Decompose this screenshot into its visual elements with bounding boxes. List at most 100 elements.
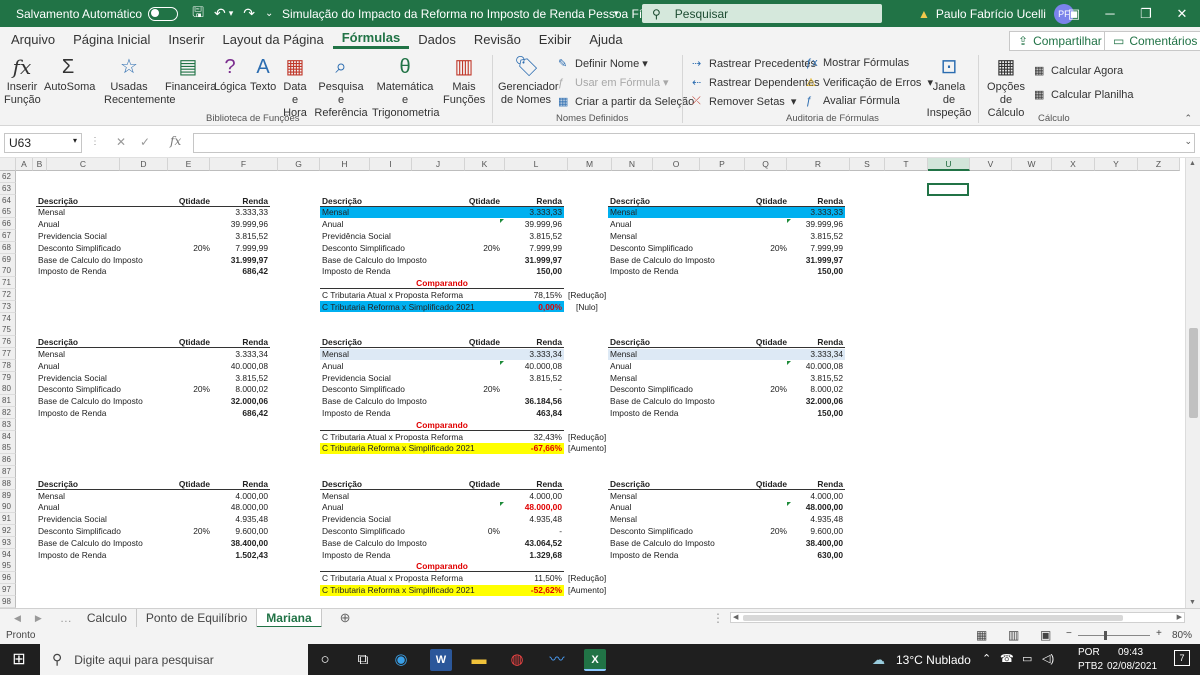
row-header-79[interactable]: 79 <box>0 371 16 384</box>
column-header-e[interactable]: E <box>168 158 210 171</box>
tray-chevron-icon[interactable]: ⌃ <box>982 652 991 665</box>
enter-icon[interactable]: ✓ <box>140 135 150 149</box>
compare-label[interactable]: C Tributaria Atual x Proposta Reforma <box>322 431 522 443</box>
restore-icon[interactable]: ❐ <box>1128 0 1164 27</box>
cell-description[interactable]: Previdência Social <box>322 230 462 242</box>
tray-app-icon[interactable]: ☎ <box>1000 652 1014 665</box>
row-header-91[interactable]: 91 <box>0 513 16 526</box>
word-icon[interactable]: W <box>430 649 452 671</box>
cell-description[interactable]: Anual <box>610 501 750 513</box>
cell-quantity[interactable] <box>180 206 210 218</box>
row-header-86[interactable]: 86 <box>0 454 16 467</box>
column-header-s[interactable]: S <box>850 158 885 171</box>
cell-quantity[interactable] <box>180 513 210 525</box>
cell-description[interactable]: Mensal <box>610 513 750 525</box>
cell-description[interactable]: Imposto de Renda <box>610 265 750 277</box>
cell-description[interactable]: Base de Calculo do Imposto <box>610 254 750 266</box>
column-header-l[interactable]: L <box>505 158 568 171</box>
vertical-scroll-thumb[interactable] <box>1189 328 1198 418</box>
cell-description[interactable]: Previdencia Social <box>38 230 178 242</box>
cell-quantity[interactable] <box>470 230 500 242</box>
compare-note[interactable]: [Nulo] <box>576 301 636 313</box>
column-header-z[interactable]: Z <box>1138 158 1180 171</box>
trace-dependents-button[interactable]: ⇠ Rastrear Dependentes <box>692 76 820 90</box>
compare-note[interactable]: [Aumento] <box>568 584 628 596</box>
evaluate-formula-button[interactable]: ƒ Avaliar Fórmula <box>806 95 900 107</box>
column-header-x[interactable]: X <box>1052 158 1095 171</box>
row-header-63[interactable]: 63 <box>0 182 16 195</box>
name-box[interactable]: U63 ▾ <box>4 133 82 153</box>
cell-description[interactable]: Desconto Simplificado <box>322 242 462 254</box>
cell-description[interactable]: Base de Calculo do Imposto <box>322 395 462 407</box>
cell-quantity[interactable] <box>180 407 210 419</box>
cell-renda[interactable]: - <box>502 383 562 395</box>
weather-text[interactable]: 13°C Nublado <box>896 653 971 667</box>
cell-renda[interactable]: 630,00 <box>783 549 843 561</box>
cell-quantity[interactable] <box>470 360 500 372</box>
cell-description[interactable]: Base de Calculo do Imposto <box>38 537 178 549</box>
network-icon[interactable]: ▭ <box>1022 652 1032 665</box>
tab-dados[interactable]: Dados <box>409 32 465 47</box>
column-header-j[interactable]: J <box>412 158 465 171</box>
clock-time[interactable]: 09:43 <box>1118 647 1143 658</box>
recently-used-button[interactable]: ☆ Usadas Recentemente <box>104 55 176 107</box>
sheet-tab-calculo[interactable]: Calculo <box>78 608 137 628</box>
cell-description[interactable]: Imposto de Renda <box>38 549 178 561</box>
row-header-85[interactable]: 85 <box>0 442 16 455</box>
cell-renda[interactable]: 4.000,00 <box>502 490 562 502</box>
excel-icon[interactable]: X <box>584 649 606 671</box>
chrome-icon[interactable]: ◍ <box>506 649 528 671</box>
cell-description[interactable]: Base de Calculo do Imposto <box>38 254 178 266</box>
cell-renda[interactable]: 1.329,68 <box>502 549 562 561</box>
tab-pagina-inicial[interactable]: Página Inicial <box>64 32 159 47</box>
column-header-r[interactable]: R <box>787 158 850 171</box>
cell-renda[interactable]: 7.999,99 <box>208 242 268 254</box>
cell-description[interactable]: Anual <box>38 218 178 230</box>
row-header-69[interactable]: 69 <box>0 253 16 266</box>
input-language[interactable]: POR <box>1078 647 1100 658</box>
taskbar-search[interactable]: ⚲ Digite aqui para pesquisar <box>40 644 308 675</box>
prev-sheet-icon[interactable]: ◀ <box>14 613 21 624</box>
next-sheet-icon[interactable]: ▶ <box>35 613 42 624</box>
cell-quantity[interactable]: 20% <box>180 242 210 254</box>
zoom-in-icon[interactable]: + <box>1156 628 1162 639</box>
row-header-92[interactable]: 92 <box>0 525 16 537</box>
cell-quantity[interactable] <box>470 490 500 502</box>
cell-description[interactable]: Imposto de Renda <box>610 407 750 419</box>
insert-function-icon[interactable]: fx <box>170 134 181 148</box>
cell-description[interactable]: Base de Calculo do Imposto <box>610 537 750 549</box>
cell-renda[interactable]: 3.333,34 <box>783 348 843 360</box>
compare-value[interactable]: -67,66% <box>502 442 562 454</box>
row-header-81[interactable]: 81 <box>0 395 16 408</box>
row-header-64[interactable]: 64 <box>0 194 16 207</box>
zoom-out-icon[interactable]: − <box>1066 628 1072 639</box>
cell-renda[interactable]: 150,00 <box>783 265 843 277</box>
cell-renda[interactable]: 3.333,34 <box>502 348 562 360</box>
cell-description[interactable]: Previdencia Social <box>322 372 462 384</box>
column-header-c[interactable]: C <box>47 158 120 171</box>
redo-icon[interactable]: ↷ <box>243 5 255 22</box>
sheet-tab-ponto-equilibrio[interactable]: Ponto de Equilíbrio <box>137 608 258 628</box>
cell-renda[interactable]: 150,00 <box>502 265 562 277</box>
cell-description[interactable]: Desconto Simplificado <box>610 242 750 254</box>
task-view-icon[interactable]: ⧉ <box>352 649 374 671</box>
financial-button[interactable]: ▤ Financeira <box>165 55 216 94</box>
cell-description[interactable]: Previdencia Social <box>38 513 178 525</box>
cell-renda[interactable]: 3.333,33 <box>783 206 843 218</box>
column-header-h[interactable]: H <box>320 158 370 171</box>
search-input[interactable]: ⚲ Pesquisar <box>642 4 882 23</box>
cell-description[interactable]: Imposto de Renda <box>610 549 750 561</box>
compare-value[interactable]: 32,43% <box>502 431 562 443</box>
scroll-right-icon[interactable]: ▶ <box>1177 613 1182 621</box>
column-header-o[interactable]: O <box>653 158 700 171</box>
compare-note[interactable]: [Redução] <box>568 289 628 301</box>
vertical-scrollbar[interactable]: ▲ ▼ <box>1185 158 1200 608</box>
cell-renda[interactable]: 48.000,00 <box>502 501 562 513</box>
cell-quantity[interactable] <box>470 407 500 419</box>
compare-note[interactable]: [Redução] <box>568 572 628 584</box>
cell-renda[interactable]: 7.999,99 <box>783 242 843 254</box>
cell-renda[interactable]: 1.502,43 <box>208 549 268 561</box>
cell-renda[interactable]: 4.935,48 <box>783 513 843 525</box>
compare-note[interactable]: [Aumento] <box>568 442 628 454</box>
cell-description[interactable]: Anual <box>38 360 178 372</box>
